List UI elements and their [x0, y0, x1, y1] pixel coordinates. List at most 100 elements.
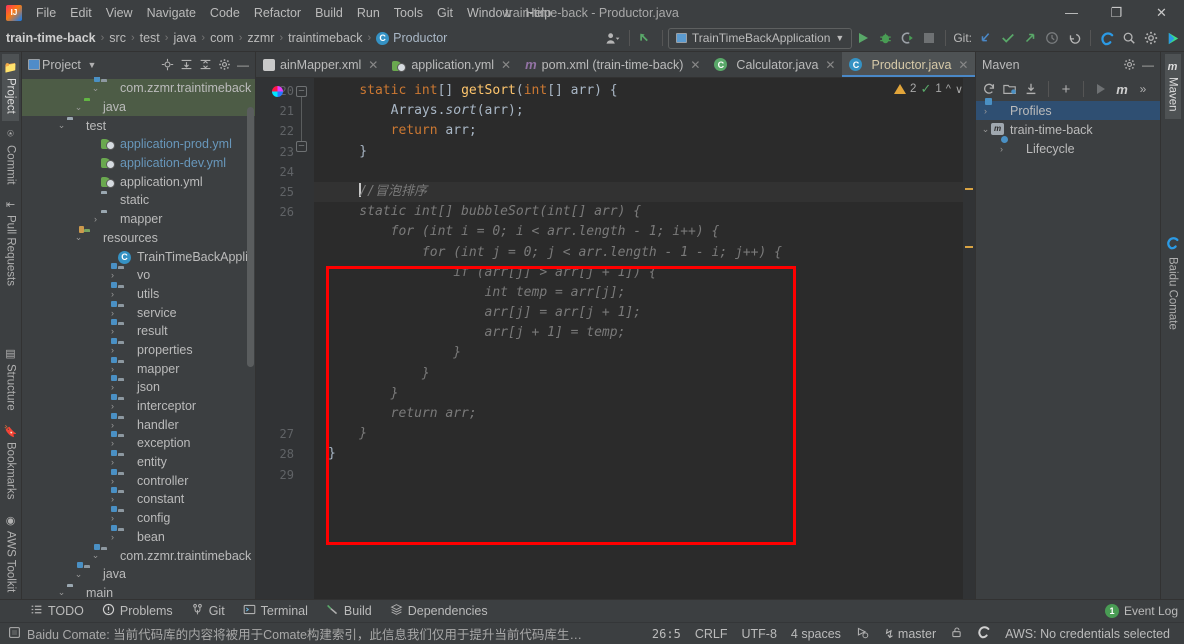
- breadcrumb-zzmr[interactable]: zzmr: [247, 31, 274, 45]
- editor-tab[interactable]: application.yml ✕: [385, 52, 518, 77]
- minimize-button[interactable]: —: [1049, 0, 1094, 25]
- project-tree-row[interactable]: › result: [22, 322, 255, 341]
- tree-expand-arrow-icon[interactable]: ⌄: [56, 587, 67, 598]
- maven-reload-icon[interactable]: [980, 80, 998, 98]
- rail-item-baidu-comate[interactable]: Baidu Comate: [1164, 229, 1182, 337]
- tree-expand-arrow-icon[interactable]: ›: [90, 195, 101, 205]
- maven-execute-goal-icon[interactable]: m: [1113, 80, 1131, 98]
- plugin-icon[interactable]: [1162, 27, 1184, 49]
- project-tree-row[interactable]: ›C TrainTimeBackApplic: [22, 247, 255, 266]
- update-project-icon[interactable]: [635, 27, 657, 49]
- line-separator[interactable]: CRLF: [689, 627, 734, 641]
- project-tree-row[interactable]: › interceptor: [22, 397, 255, 416]
- tree-expand-arrow-icon[interactable]: ›: [107, 326, 118, 336]
- tree-expand-arrow-icon[interactable]: ⌄: [56, 120, 67, 131]
- rail-item-pull-requests[interactable]: ⇤ Pull Requests: [3, 191, 19, 293]
- menu-file[interactable]: File: [29, 2, 63, 24]
- project-tree-row[interactable]: › entity: [22, 453, 255, 472]
- close-icon[interactable]: ✕: [501, 58, 511, 72]
- tree-expand-arrow-icon[interactable]: ›: [107, 513, 118, 523]
- maven-tree-row[interactable]: › Lifecycle: [976, 139, 1160, 158]
- menu-navigate[interactable]: Navigate: [140, 2, 203, 24]
- editor-tab[interactable]: m pom.xml (train-time-back) ✕: [518, 52, 707, 77]
- rail-item-commit[interactable]: ⍟ Commit: [3, 121, 19, 192]
- tree-expand-arrow-icon[interactable]: ⌄: [73, 232, 84, 243]
- git-commit-icon[interactable]: [997, 27, 1019, 49]
- event-log-label[interactable]: Event Log: [1124, 604, 1178, 618]
- rail-item-aws-toolkit[interactable]: ◉ AWS Toolkit: [3, 507, 19, 599]
- git-rollback-icon[interactable]: [1063, 27, 1085, 49]
- tree-expand-arrow-icon[interactable]: ›: [90, 158, 101, 168]
- git-push-icon[interactable]: [1019, 27, 1041, 49]
- code-fold-end-icon[interactable]: –: [296, 141, 307, 152]
- bottom-tool-button[interactable]: Problems: [94, 601, 181, 621]
- tree-expand-arrow-icon[interactable]: ›: [996, 144, 1007, 154]
- project-tree-row[interactable]: › constant: [22, 490, 255, 509]
- tree-expand-arrow-icon[interactable]: ›: [107, 401, 118, 411]
- lock-icon[interactable]: [944, 626, 969, 642]
- tree-expand-arrow-icon[interactable]: ⌄: [90, 83, 101, 94]
- close-icon[interactable]: ✕: [958, 58, 968, 72]
- breadcrumb-test[interactable]: test: [140, 31, 160, 45]
- tree-expand-arrow-icon[interactable]: ›: [107, 476, 118, 486]
- project-tree-row[interactable]: › application-dev.yml: [22, 154, 255, 173]
- file-encoding[interactable]: UTF-8: [735, 627, 782, 641]
- rail-item-project[interactable]: 📁 Project: [1, 54, 20, 121]
- tree-expand-arrow-icon[interactable]: ›: [107, 457, 118, 467]
- user-account-icon[interactable]: [602, 27, 624, 49]
- project-tree-row[interactable]: › mapper: [22, 210, 255, 229]
- tree-expand-arrow-icon[interactable]: ›: [107, 252, 118, 262]
- tree-expand-arrow-icon[interactable]: ›: [107, 289, 118, 299]
- menu-refactor[interactable]: Refactor: [247, 2, 308, 24]
- breadcrumb-class[interactable]: C Productor: [376, 31, 447, 45]
- rail-item-maven[interactable]: m Maven: [1164, 54, 1181, 119]
- expand-all-icon[interactable]: [177, 56, 195, 74]
- maven-tree-row[interactable]: › Profiles: [976, 101, 1160, 120]
- hide-tool-window-icon[interactable]: —: [234, 56, 252, 74]
- tree-expand-arrow-icon[interactable]: ›: [107, 438, 118, 448]
- git-update-icon[interactable]: [975, 27, 997, 49]
- tree-expand-arrow-icon[interactable]: ›: [107, 494, 118, 504]
- bottom-tool-button[interactable]: TODO: [22, 601, 92, 621]
- menu-code[interactable]: Code: [203, 2, 247, 24]
- rail-item-structure[interactable]: ▤ Structure: [3, 340, 19, 418]
- tree-expand-arrow-icon[interactable]: ›: [90, 214, 101, 224]
- stop-button[interactable]: [918, 27, 940, 49]
- project-tree-row[interactable]: › vo: [22, 266, 255, 285]
- maven-tree[interactable]: › Profiles ⌄ m train-time-back › Lifecycle: [976, 101, 1160, 158]
- project-tree-row[interactable]: ⌄ resources: [22, 229, 255, 248]
- run-button[interactable]: [852, 27, 874, 49]
- project-tree-row[interactable]: ⌄ test: [22, 116, 255, 135]
- maven-download-sources-icon[interactable]: [1022, 80, 1040, 98]
- caret-position[interactable]: 26:5: [646, 627, 687, 641]
- tree-expand-arrow-icon[interactable]: ⌄: [980, 124, 991, 135]
- comate-status-circle-icon[interactable]: [971, 625, 997, 642]
- collapse-all-icon[interactable]: [196, 56, 214, 74]
- comate-gutter-icon[interactable]: [272, 86, 283, 97]
- menu-run[interactable]: Run: [350, 2, 387, 24]
- bottom-tool-button[interactable]: Git: [183, 601, 233, 621]
- aws-credentials-widget[interactable]: AWS: No credentials selected: [999, 627, 1176, 641]
- project-tree-row[interactable]: › properties: [22, 341, 255, 360]
- tree-expand-arrow-icon[interactable]: ›: [107, 532, 118, 542]
- project-tree-row[interactable]: ⌄ java: [22, 565, 255, 584]
- inspection-widget[interactable]: 2 ✓ 1 ^ ∨: [894, 81, 963, 97]
- maven-settings-gear-icon[interactable]: [1120, 56, 1138, 74]
- status-message[interactable]: Baidu Comate: 当前代码库的内容将被用于Comate构建索引，此信息…: [27, 624, 587, 643]
- project-tree-row[interactable]: › mapper: [22, 359, 255, 378]
- tree-expand-arrow-icon[interactable]: ›: [107, 364, 118, 374]
- maximize-button[interactable]: ❐: [1094, 0, 1139, 25]
- editor-tab[interactable]: C Calculator.java ✕: [707, 52, 842, 77]
- editor-code-text[interactable]: static int[] getSort(int[] arr) { Arrays…: [314, 78, 975, 599]
- inspection-level-icon[interactable]: [849, 626, 876, 642]
- tree-expand-arrow-icon[interactable]: ›: [90, 139, 101, 149]
- previous-highlight-icon[interactable]: ^: [946, 83, 951, 95]
- project-tree-row[interactable]: › config: [22, 509, 255, 528]
- menu-edit[interactable]: Edit: [63, 2, 99, 24]
- menu-build[interactable]: Build: [308, 2, 350, 24]
- menu-view[interactable]: View: [99, 2, 140, 24]
- rail-item-bookmarks[interactable]: 🔖 Bookmarks: [2, 418, 20, 507]
- git-history-icon[interactable]: [1041, 27, 1063, 49]
- indent-setting[interactable]: 4 spaces: [785, 627, 847, 641]
- menu-window[interactable]: Window: [460, 2, 518, 24]
